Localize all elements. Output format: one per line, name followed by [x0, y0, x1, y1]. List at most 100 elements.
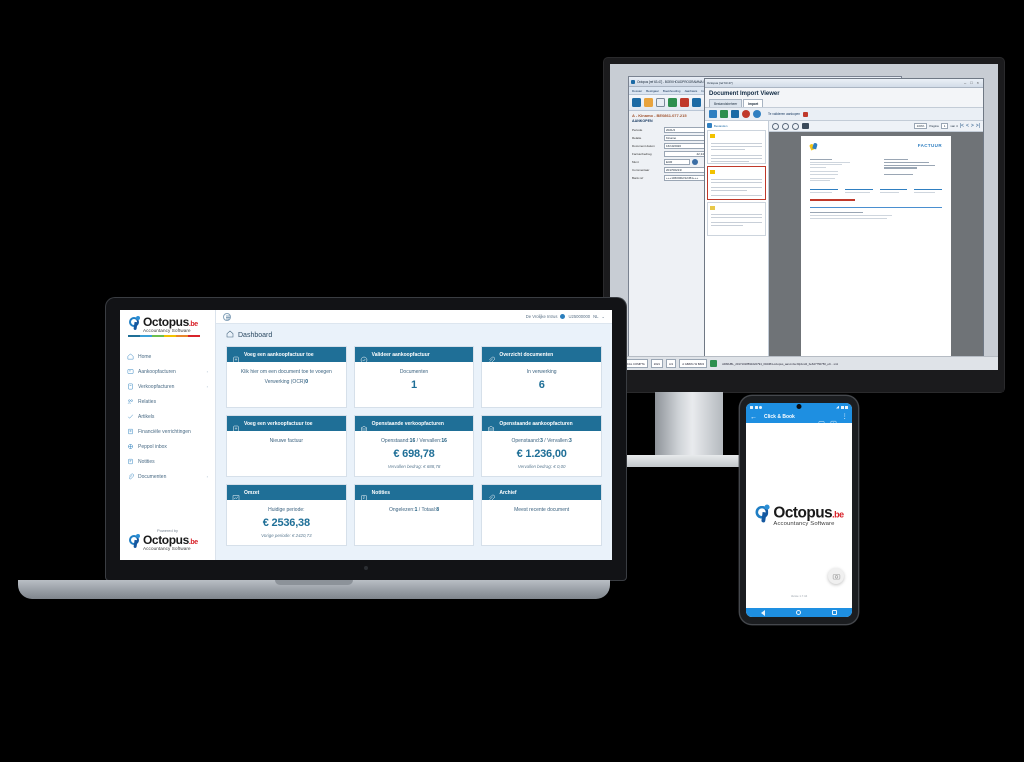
next-page-icon[interactable]: > — [971, 123, 974, 129]
toolbar-icon-customer[interactable] — [668, 98, 677, 107]
sidebar-item-financiele-verrichtingen[interactable]: Financiële verrichtingen — [120, 424, 215, 439]
language-select[interactable]: NL — [593, 314, 598, 319]
card-archief[interactable]: Archief Meest recente document — [481, 484, 602, 546]
taskbar-item[interactable]: A GB/RG W B/R4 — [679, 359, 708, 368]
chevron-right-icon[interactable]: › — [207, 474, 208, 479]
sidebar-logo[interactable]: Octopus.be Accountancy Software — [120, 316, 215, 341]
menu-item[interactable]: Dossier — [632, 89, 642, 93]
sidebar-item-label: Aankoopfacturen — [138, 368, 176, 375]
import-icon[interactable] — [709, 110, 717, 118]
overflow-menu-icon[interactable]: ⋮ — [842, 414, 848, 420]
phone-app-bar: ← Click & Book ⋮ — [746, 411, 852, 426]
toolbar-icon-new[interactable] — [632, 98, 641, 107]
recents-square-icon[interactable] — [832, 610, 837, 615]
page-nav[interactable]: |< < > >| — [960, 123, 980, 129]
toolbar-icon-open[interactable] — [644, 98, 653, 107]
sidebar-item-relaties[interactable]: Relaties — [120, 394, 215, 409]
xml-file-icon[interactable] — [710, 360, 718, 367]
zoom-in-icon[interactable] — [782, 122, 789, 130]
sidebar-item-aankoopfacturen[interactable]: Aankoopfacturen › — [120, 364, 215, 379]
document-page-area[interactable]: FACTUUR — [769, 132, 983, 370]
maximize-icon[interactable]: □ — [970, 80, 972, 86]
phone-nav-bar[interactable] — [746, 608, 852, 617]
munt-search-icon[interactable] — [692, 159, 698, 165]
viewer-pagination[interactable]: 100% Pagina 1 van 4 |< < > >| — [913, 123, 980, 129]
chevron-right-icon[interactable]: › — [207, 384, 208, 389]
card-value: € 2536,38 — [262, 517, 310, 529]
validate-badge-icon[interactable] — [803, 111, 809, 117]
minimize-icon[interactable]: – — [964, 80, 966, 86]
munt-input[interactable]: EUR — [664, 159, 690, 165]
card-openstaande-verkoopfacturen[interactable]: Openstaande verkoopfacturen Openstaand:1… — [353, 415, 475, 477]
card-voeg-verkoopfactuur-toe[interactable]: Voeg een verkoopfactuur toe Nieuwe factu… — [226, 415, 347, 477]
sidebar-item-peppol-inbox[interactable]: Peppol inbox — [120, 439, 215, 454]
toolbar-icon-sale[interactable] — [692, 98, 701, 107]
delete-icon[interactable] — [742, 110, 750, 118]
zoom-fit-icon[interactable] — [792, 122, 799, 130]
tab-bestandsbeheer[interactable]: Bestandsbeheer — [709, 99, 743, 107]
sidebar-item-artikels[interactable]: Artikels — [120, 409, 215, 424]
viewer-toolbar[interactable]: Te valideren aankopen — [705, 107, 983, 121]
taskbar-item[interactable]: 2021 — [650, 359, 663, 368]
topbar-account[interactable]: De Vrolijke Intrus U25000000 NL ⌄ — [526, 314, 605, 319]
first-page-icon[interactable]: |< — [960, 123, 964, 129]
invoice-in-icon — [127, 368, 134, 375]
viewer-heading: Document Import Viewer — [709, 91, 780, 97]
desktop-taskbar[interactable]: A - LOGICAL COMPTA 2021 A/1 A GB/RG W B/… — [610, 356, 998, 370]
taskbar-item[interactable]: A/1 — [666, 359, 677, 368]
toolbar-icon-purchase[interactable] — [680, 98, 689, 107]
sidebar-item-notities[interactable]: Notities — [120, 454, 215, 469]
page-number-input[interactable]: 1 — [940, 123, 949, 129]
close-icon[interactable]: × — [977, 80, 979, 86]
prev-page-icon[interactable]: < — [966, 123, 969, 129]
card-body: In verwerking 6 — [482, 362, 601, 407]
sidebar-nav[interactable]: Home Aankoopfacturen › Verkoopfacturen › — [120, 349, 215, 484]
laptop-screen: Octopus.be Accountancy Software Home Aan… — [120, 310, 612, 560]
home-circle-icon[interactable] — [796, 610, 802, 615]
back-triangle-icon[interactable] — [761, 609, 766, 616]
sidebar-item-home[interactable]: Home — [120, 349, 215, 364]
card-voeg-aankoopfactuur-toe[interactable]: Voeg een aankoopfactuur toe Klik hier om… — [226, 346, 347, 408]
card-omzet[interactable]: Omzet Huidige periode: € 2536,38 Vorige … — [226, 484, 347, 546]
thumbnail-item[interactable] — [707, 130, 766, 164]
last-page-icon[interactable]: >| — [976, 123, 980, 129]
image-icon[interactable] — [818, 414, 825, 426]
document-datum-input[interactable]: 16/10/2020 — [664, 143, 706, 149]
sync-icon[interactable] — [830, 414, 837, 426]
document-import-viewer-window[interactable]: Octopus [ref 63.47] – □ × Document Impor… — [704, 78, 984, 370]
viewer-window-controls[interactable]: – □ × — [964, 80, 979, 86]
print-icon[interactable] — [802, 123, 809, 129]
taskbar-file-label[interactable]: ADMUBL_20171018591022794_002384-octopus_… — [720, 359, 995, 368]
camera-fab-button[interactable] — [828, 568, 844, 584]
toolbar-icon-mail[interactable] — [656, 98, 665, 107]
split-icon[interactable] — [720, 110, 728, 118]
zoom-level-select[interactable]: 100% — [913, 123, 928, 129]
menu-item[interactable]: Jaarbasis — [684, 89, 697, 93]
zoom-out-icon[interactable] — [772, 122, 779, 130]
menu-toggle-icon[interactable] — [223, 312, 231, 321]
periode-input[interactable]: 2021/2 — [664, 127, 706, 133]
arrow-left-icon[interactable]: ← — [750, 414, 757, 421]
menu-item[interactable]: Boekhouding — [663, 89, 681, 93]
card-notities[interactable]: Notities Ongelezen:1 / Totaal:8 — [353, 484, 475, 546]
sidebar-item-verkoopfacturen[interactable]: Verkoopfacturen › — [120, 379, 215, 394]
menu-item[interactable]: Bestigaar — [646, 89, 659, 93]
chevron-right-icon[interactable]: › — [207, 369, 208, 374]
card-openstaande-aankoopfacturen[interactable]: Openstaande aankoopfacturen Openstaand:3… — [481, 415, 602, 477]
card-valideer-aankoopfactuur[interactable]: Valideer aankoopfactuur Documenten 1 — [353, 346, 475, 408]
merge-icon[interactable] — [731, 110, 739, 118]
card-ocr-line[interactable]: Verwerking (OCR)0 — [265, 379, 308, 385]
refresh-icon[interactable] — [753, 110, 761, 118]
chevron-down-icon[interactable]: ⌄ — [601, 314, 605, 319]
avatar[interactable] — [560, 314, 566, 319]
viewer-tabs[interactable]: Bestandsbeheer Import — [705, 99, 983, 107]
sidebar-item-documenten[interactable]: Documenten › — [120, 469, 215, 484]
thumbnail-item-selected[interactable] — [707, 166, 766, 200]
thumbnail-item[interactable] — [707, 202, 766, 236]
card-overzicht-documenten[interactable]: Overzicht documenten In verwerking 6 — [481, 346, 602, 408]
tab-import[interactable]: Import — [743, 99, 764, 107]
page-title: Dashboard — [238, 331, 273, 339]
viewer-zoom-bar[interactable]: 100% Pagina 1 van 4 |< < > >| — [769, 121, 983, 132]
thumbnail-panel[interactable]: Bestanden — [705, 121, 769, 370]
factuurbedrag-input[interactable]: 42,34 — [664, 151, 706, 157]
